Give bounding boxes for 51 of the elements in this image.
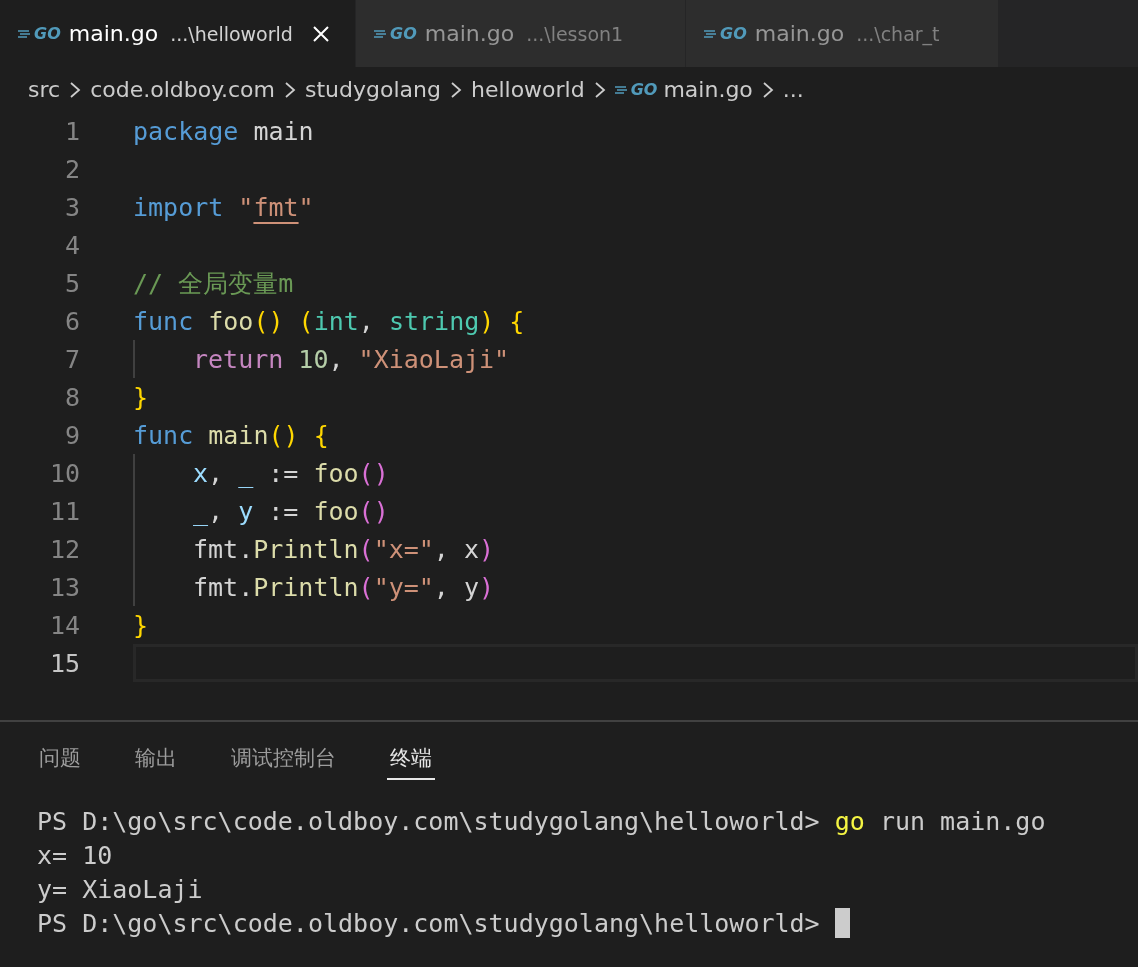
breadcrumb-item[interactable]: code.oldboy.com [90, 77, 275, 102]
line-number: 15 [48, 648, 80, 678]
panel-tab[interactable]: 调试控制台 [228, 744, 339, 780]
editor-tab[interactable]: GO main.go ...\helloworld [0, 0, 356, 67]
code-line: } [133, 382, 149, 412]
line-number: 4 [63, 230, 80, 260]
close-icon[interactable] [310, 23, 331, 44]
go-logo: GO [374, 24, 417, 43]
line-number: 14 [48, 610, 80, 640]
line-number: 6 [63, 306, 80, 336]
code-line: // 全局变量m [133, 267, 294, 300]
line-number: 13 [48, 572, 80, 602]
line-number: 5 [63, 268, 80, 298]
line-number: 7 [63, 344, 80, 374]
code-line: package main [133, 116, 314, 146]
code-line: import "fmt" [133, 192, 314, 222]
line-number: 10 [48, 458, 80, 488]
breadcrumb-item[interactable]: src [28, 77, 61, 102]
line-number: 2 [63, 154, 80, 184]
go-logo: GO [614, 80, 658, 99]
chevron-icon [68, 79, 83, 100]
code-line: fmt.Println("y=", y) [193, 572, 495, 602]
code-line: fmt.Println("x=", x) [193, 534, 495, 564]
terminal-line: PS D:\go\src\code.oldboy.com\studygolang\helloworld> [37, 908, 821, 938]
breadcrumb-item[interactable]: studygolang [305, 77, 441, 102]
line-number: 1 [63, 116, 80, 146]
editor-tab[interactable]: GO main.go ...\char_t [686, 0, 999, 67]
panel-tab[interactable]: 输出 [132, 744, 180, 780]
line-number: 8 [63, 382, 80, 412]
code-line: func foo() (int, string) { [133, 306, 525, 336]
code-line: x, _ := foo() [193, 458, 389, 488]
panel-tab[interactable]: 问题 [36, 744, 84, 780]
line-number: 11 [48, 496, 80, 526]
code-line: func main() { [133, 420, 329, 450]
code-line: _, y := foo() [193, 496, 389, 526]
editor-tab[interactable]: GO main.go ...\lesson1 [356, 0, 686, 67]
chevron-icon [283, 79, 297, 100]
go-logo: GO [18, 24, 61, 43]
breadcrumb-item[interactable]: ... [782, 77, 804, 102]
terminal-line: PS D:\go\src\code.oldboy.com\studygolang\helloworld> go run main.go [37, 806, 1046, 836]
line-number: 12 [48, 534, 80, 564]
code-line: } [133, 610, 149, 640]
line-number: 9 [63, 420, 80, 450]
go-logo: GO [704, 24, 747, 43]
panel-tab[interactable]: 终端 [387, 744, 435, 780]
breadcrumb-item[interactable]: helloworld [470, 77, 585, 102]
line-number: 3 [63, 192, 80, 222]
breadcrumb-item[interactable]: main.go [663, 77, 753, 102]
terminal-line: x= 10 [37, 840, 113, 870]
terminal-line: y= XiaoLaji [37, 874, 203, 904]
code-line: return 10, "XiaoLaji" [193, 344, 510, 374]
